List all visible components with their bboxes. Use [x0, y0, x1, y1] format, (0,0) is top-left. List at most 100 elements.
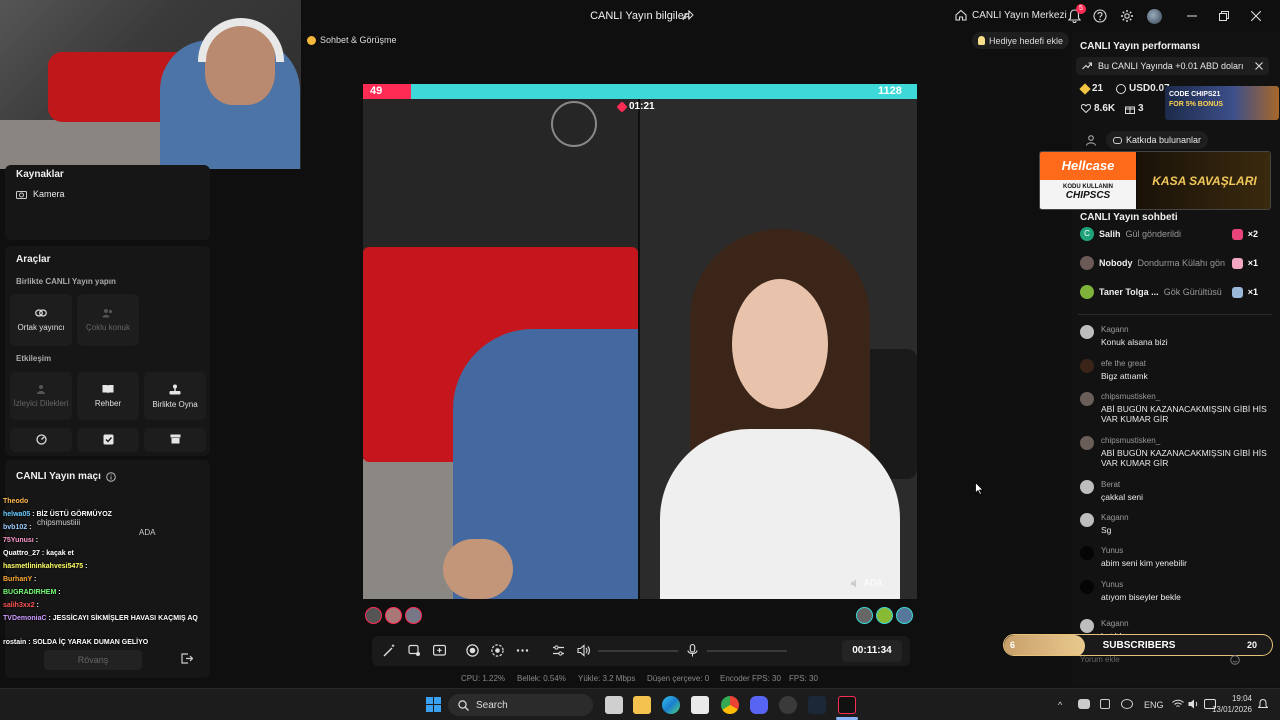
gear-icon[interactable]: [1119, 8, 1135, 24]
hellcase-ad-banner[interactable]: Hellcase KODU KULLANIN CHIPSCS KASA SAVA…: [1039, 151, 1271, 210]
chat-username[interactable]: Kagann: [1101, 513, 1129, 522]
profile-avatar[interactable]: [1146, 8, 1162, 24]
clip-icon[interactable]: [491, 644, 504, 657]
github-icon[interactable]: [779, 696, 797, 714]
chat-avatar[interactable]: [1080, 513, 1094, 527]
share-icon[interactable]: [682, 10, 694, 21]
chat-username[interactable]: chipsmustisken_: [1101, 392, 1160, 401]
comment-input[interactable]: Yorum ekle: [1070, 652, 1250, 670]
effects-icon[interactable]: [408, 644, 421, 657]
overlay-chat-text: :: [58, 589, 61, 596]
info-icon[interactable]: [106, 471, 116, 482]
file-explorer-icon[interactable]: [633, 696, 651, 714]
emoji-icon[interactable]: [1230, 655, 1240, 665]
tray-chevron-icon[interactable]: ^: [1058, 700, 1062, 710]
chat-username[interactable]: Kagann: [1101, 619, 1129, 628]
tray-app-icon[interactable]: [1100, 699, 1110, 709]
language-indicator[interactable]: ENG: [1144, 700, 1164, 710]
chat-call-pill[interactable]: Sohbet & Görüşme: [307, 32, 397, 48]
chat-avatar[interactable]: [1080, 392, 1094, 406]
tray-steam-icon[interactable]: [1121, 699, 1133, 709]
notification-center-icon[interactable]: [1258, 699, 1268, 710]
tray-discord-icon[interactable]: [1078, 699, 1090, 709]
chat-username[interactable]: Yunus: [1101, 546, 1123, 555]
tool-row3-button-1[interactable]: [10, 428, 72, 452]
layout-icon[interactable]: [433, 644, 446, 657]
maximize-icon[interactable]: [1216, 8, 1232, 24]
multi-guest-button[interactable]: Çoklu konuk: [77, 294, 139, 346]
stat-dropped: Düşen çerçeve: 0: [647, 674, 710, 683]
right-top-viewers[interactable]: [856, 607, 913, 624]
tiktok-live-studio-icon[interactable]: [838, 696, 856, 714]
discord-icon[interactable]: [750, 696, 768, 714]
chat-username[interactable]: efe the great: [1101, 359, 1146, 368]
store-icon[interactable]: [691, 696, 709, 714]
close-banner-icon[interactable]: [1255, 62, 1263, 70]
volume-slider[interactable]: [598, 650, 678, 652]
tool-row3-button-2[interactable]: [77, 428, 139, 452]
left-top-viewers[interactable]: [365, 607, 422, 624]
gift-sender-name[interactable]: Taner Tolga ...: [1099, 287, 1159, 297]
usd-stat: USD0.07: [1116, 83, 1170, 94]
tool-row3-button-3[interactable]: [144, 428, 206, 452]
live-center-button[interactable]: CANLI Yayın Merkezi: [955, 9, 1067, 21]
co-host-button[interactable]: Ortak yayıncı: [10, 294, 72, 346]
task-view-icon[interactable]: [605, 696, 623, 714]
microphone-icon[interactable]: [687, 644, 698, 657]
mixer-icon[interactable]: [552, 644, 565, 657]
magic-wand-icon[interactable]: [383, 644, 396, 657]
chat-text: Sg: [1101, 525, 1112, 535]
tools-title: Araçlar: [16, 254, 51, 265]
close-icon[interactable]: [1248, 8, 1264, 24]
viewer-requests-button[interactable]: İzleyici Dilekleri: [10, 372, 72, 420]
chips-ad-banner[interactable]: CODE CHIPS21 FOR 5% BONUS: [1165, 86, 1279, 120]
chat-avatar[interactable]: [1080, 436, 1094, 450]
overlay-chat-user: Theodo: [3, 498, 29, 505]
gift-sender-name[interactable]: Salih: [1099, 229, 1121, 239]
guide-button[interactable]: Rehber: [77, 372, 139, 420]
gift-sender-avatar[interactable]: C: [1080, 227, 1094, 241]
gift-icon: [1231, 257, 1243, 269]
source-camera[interactable]: Kamera: [16, 189, 65, 199]
help-icon[interactable]: [1092, 8, 1108, 24]
gift-sender-avatar[interactable]: [1080, 256, 1094, 270]
minimize-icon[interactable]: [1184, 8, 1200, 24]
overlay-chat-user: Quattro_27: [3, 550, 40, 557]
chat-avatar[interactable]: [1080, 580, 1094, 594]
gift-sender-name[interactable]: Nobody: [1099, 258, 1133, 268]
comment-placeholder: Yorum ekle: [1080, 655, 1120, 664]
record-icon[interactable]: [466, 644, 479, 657]
gift-goal-button[interactable]: Hediye hedefi ekle: [972, 32, 1070, 49]
edge-icon[interactable]: [662, 696, 680, 714]
chat-username[interactable]: Yunus: [1101, 580, 1123, 589]
steam-icon[interactable]: [808, 696, 826, 714]
chat-avatar[interactable]: [1080, 359, 1094, 373]
windows-start-icon[interactable]: [426, 697, 441, 712]
chrome-icon[interactable]: [721, 696, 739, 714]
clock-date[interactable]: 13/01/2026: [1206, 705, 1252, 714]
mic-slider[interactable]: [707, 650, 787, 652]
volume-icon[interactable]: [577, 644, 591, 657]
chat-username[interactable]: Berat: [1101, 480, 1120, 489]
taskbar-search[interactable]: Search: [448, 694, 593, 716]
subscribers-label: SUBSCRIBERS: [1102, 640, 1176, 651]
chat-username[interactable]: chipsmustisken_: [1101, 436, 1160, 445]
contributors-button[interactable]: Katkıda bulunanlar: [1106, 131, 1209, 149]
earnings-text: Bu CANLI Yayında +0.01 ABD doları: [1098, 61, 1244, 71]
chat-username[interactable]: Kagann: [1101, 325, 1129, 334]
more-icon[interactable]: [516, 644, 529, 657]
speaker-tray-icon[interactable]: [1188, 699, 1200, 709]
overlay-chat-text: : SOLDA İÇ YARAK DUMAN GELİYO: [28, 639, 149, 646]
wifi-icon[interactable]: [1172, 699, 1184, 709]
play-together-button[interactable]: Birlikte Oyna: [144, 372, 206, 420]
earnings-banner: Bu CANLI Yayında +0.01 ABD doları: [1076, 57, 1269, 75]
performance-title: CANLI Yayın performansı: [1080, 41, 1200, 52]
overlay-chat-line: helwa05 : BİZ ÜSTÜ GÖRMÜYOZ: [3, 511, 112, 518]
chat-avatar[interactable]: [1080, 480, 1094, 494]
chat-avatar[interactable]: [1080, 619, 1094, 633]
chat-avatar[interactable]: [1080, 546, 1094, 560]
hellcase-slogan: KASA SAVAŞLARI: [1137, 152, 1270, 209]
gift-sender-avatar[interactable]: [1080, 285, 1094, 299]
clock-time[interactable]: 19:04: [1212, 694, 1252, 703]
chat-avatar[interactable]: [1080, 325, 1094, 339]
